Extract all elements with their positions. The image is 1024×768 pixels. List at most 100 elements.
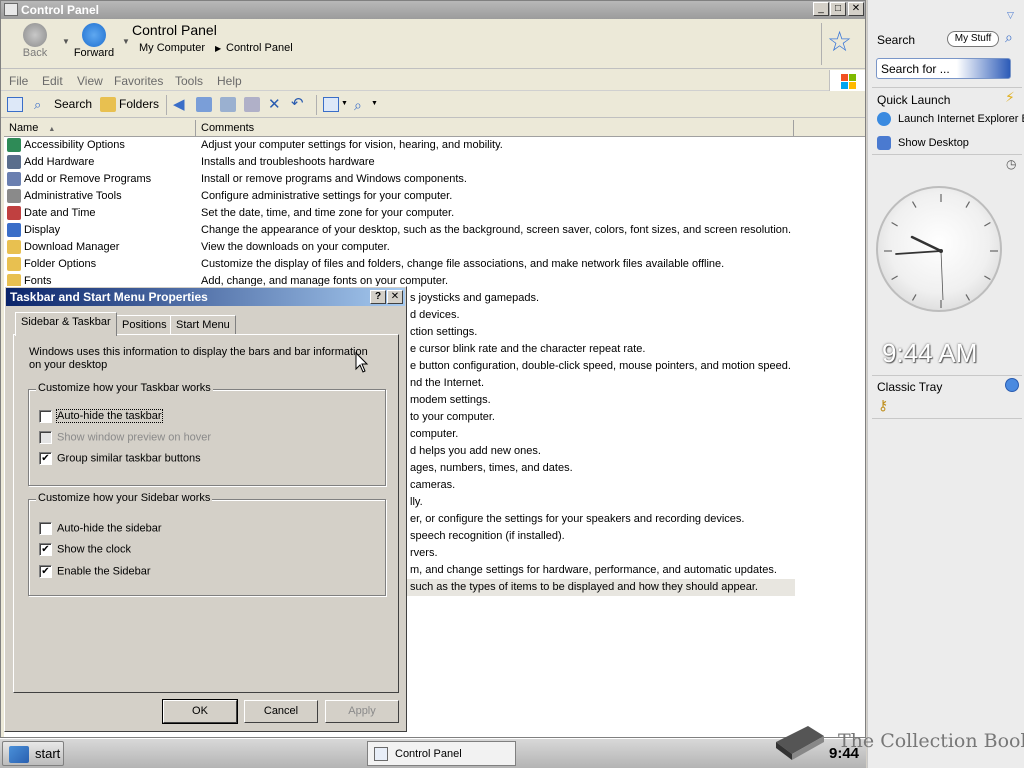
- dialog-close-button[interactable]: ✕: [387, 290, 403, 304]
- sort-ascending-icon: ▲: [48, 126, 56, 133]
- window-preview-checkbox[interactable]: Show window preview on hover: [39, 431, 211, 444]
- item-name: Date and Time: [24, 207, 96, 219]
- views-dropdown-icon[interactable]: ▼: [341, 100, 348, 107]
- folders-button[interactable]: Folders: [119, 97, 159, 111]
- favorites-star-icon[interactable]: ☆: [827, 25, 852, 58]
- quick-launch-show-desktop[interactable]: Show Desktop: [877, 136, 969, 150]
- column-header-comments[interactable]: Comments: [196, 120, 794, 137]
- menu-edit[interactable]: Edit: [42, 74, 63, 88]
- analog-clock: [876, 186, 1002, 312]
- minimize-button[interactable]: _: [813, 2, 829, 16]
- list-item[interactable]: Add or Remove Programs Install or remove …: [4, 171, 795, 188]
- search-button[interactable]: Search: [54, 97, 92, 111]
- item-comment: rvers.: [410, 547, 438, 559]
- item-comment: e cursor blink rate and the character re…: [410, 343, 646, 355]
- show-clock-checkbox[interactable]: ✔ Show the clock: [39, 543, 131, 556]
- undo-icon[interactable]: ↶: [291, 94, 307, 112]
- sidebar-menu-icon[interactable]: ▽: [1007, 10, 1014, 21]
- back-button[interactable]: Back: [11, 23, 59, 59]
- taskbar-item-control-panel[interactable]: Control Panel: [367, 741, 516, 766]
- menu-tools[interactable]: Tools: [175, 74, 203, 88]
- enable-sidebar-checkbox[interactable]: ✔ Enable the Sidebar: [39, 565, 151, 578]
- tab-positions[interactable]: Positions: [116, 315, 173, 335]
- quick-launch-internet-explorer[interactable]: Launch Internet Explorer Browser: [877, 112, 1024, 126]
- list-item[interactable]: Date and Time Set the date, time, and tim…: [4, 205, 795, 222]
- item-comment: Adjust your computer settings for vision…: [201, 139, 503, 151]
- windows-logo-icon: [829, 70, 865, 91]
- taskbar-group: Customize how your Taskbar works Auto-hi…: [28, 382, 386, 486]
- item-comment: lly.: [410, 496, 423, 508]
- control-panel-icon: [374, 747, 388, 761]
- item-icon: [7, 155, 21, 169]
- clock-face-icon: [884, 194, 998, 308]
- list-item[interactable]: Administrative Tools Configure administra…: [4, 188, 795, 205]
- column-header-name[interactable]: Name ▲: [4, 120, 196, 137]
- classic-tray-icon[interactable]: [1005, 378, 1019, 392]
- delete-icon[interactable]: ✕: [268, 95, 284, 113]
- quick-launch-title: Quick Launch: [877, 93, 951, 107]
- zoom-dropdown-icon[interactable]: ▼: [371, 100, 378, 107]
- views-icon[interactable]: [323, 97, 339, 112]
- item-icon: [7, 138, 21, 152]
- ok-button[interactable]: OK: [162, 699, 238, 724]
- autohide-sidebar-checkbox[interactable]: Auto-hide the sidebar: [39, 522, 162, 535]
- list-item[interactable]: Display Change the appearance of your des…: [4, 222, 795, 239]
- watermark-text: The Collection Book: [838, 730, 1024, 752]
- show-desktop-icon: [877, 136, 891, 150]
- search-icon[interactable]: ⌕: [34, 97, 50, 112]
- list-item[interactable]: Download Manager View the downloads on yo…: [4, 239, 795, 256]
- start-flag-icon: [9, 746, 29, 763]
- breadcrumb-control-panel[interactable]: Control Panel: [226, 42, 293, 54]
- tray-keys-icon[interactable]: ⚷: [878, 397, 888, 414]
- forward-dropdown-icon[interactable]: ▼: [122, 37, 130, 46]
- list-item[interactable]: Add Hardware Installs and troubleshoots h…: [4, 154, 795, 171]
- item-comment: Installs and troubleshoots hardware: [201, 156, 375, 168]
- start-button[interactable]: start: [2, 741, 64, 766]
- sidebar-search-label: Search: [877, 33, 916, 47]
- dialog-titlebar[interactable]: Taskbar and Start Menu Properties ? ✕: [6, 288, 405, 306]
- list-item[interactable]: Accessibility Options Adjust your compute…: [4, 137, 795, 154]
- item-comment: ction settings.: [410, 326, 478, 338]
- list-header: Name ▲ Comments: [4, 120, 865, 137]
- menu-favorites[interactable]: Favorites: [114, 74, 163, 88]
- group-buttons-checkbox[interactable]: ✔ Group similar taskbar buttons: [39, 452, 201, 465]
- properties-icon[interactable]: [244, 97, 260, 112]
- window-titlebar[interactable]: Control Panel _ □ ✕: [1, 1, 865, 19]
- item-name: Display: [24, 224, 61, 236]
- tab-start-menu[interactable]: Start Menu: [170, 315, 236, 335]
- item-comment: computer.: [410, 428, 459, 440]
- back-dropdown-icon[interactable]: ▼: [62, 37, 70, 46]
- menu-help[interactable]: Help: [217, 74, 242, 88]
- close-folder-icon[interactable]: [7, 97, 23, 112]
- internet-explorer-icon: [877, 112, 891, 126]
- copy-to-icon[interactable]: [220, 97, 236, 112]
- move-to-icon[interactable]: [196, 97, 212, 112]
- menu-bar: File Edit View Favorites Tools Help: [1, 70, 865, 91]
- tab-sidebar-taskbar[interactable]: Sidebar & Taskbar: [15, 312, 117, 336]
- sidebar-search-input[interactable]: Search for ...: [876, 58, 1011, 79]
- search-icon[interactable]: ⌕: [1005, 29, 1013, 46]
- breadcrumb-my-computer[interactable]: My Computer: [139, 42, 205, 54]
- item-icon: [7, 240, 21, 254]
- cancel-button[interactable]: Cancel: [244, 700, 318, 723]
- help-button[interactable]: ?: [370, 290, 386, 304]
- toolbar: ⌕ Search Folders ◀ ✕ ↶ ▼ ⌕ ▼: [1, 92, 865, 118]
- list-item[interactable]: Folder Options Customize the display of f…: [4, 256, 795, 273]
- forward-button[interactable]: Forward: [70, 23, 118, 59]
- up-arrow-icon[interactable]: ◀: [173, 95, 189, 113]
- maximize-button[interactable]: □: [830, 2, 846, 16]
- autohide-taskbar-checkbox[interactable]: Auto-hide the taskbar: [39, 409, 163, 424]
- my-stuff-button[interactable]: My Stuff: [947, 31, 999, 47]
- folders-icon[interactable]: [100, 97, 116, 112]
- apply-button[interactable]: Apply: [325, 700, 399, 723]
- clock-settings-icon[interactable]: ◷: [1006, 157, 1016, 171]
- item-icon: [7, 257, 21, 271]
- item-name: Download Manager: [24, 241, 120, 253]
- item-name: Administrative Tools: [24, 190, 122, 202]
- menu-view[interactable]: View: [77, 74, 103, 88]
- zoom-icon[interactable]: ⌕: [354, 97, 370, 113]
- window-title: Control Panel: [21, 3, 100, 17]
- close-button[interactable]: ✕: [848, 2, 864, 16]
- item-comment: Install or remove programs and Windows c…: [201, 173, 467, 185]
- menu-file[interactable]: File: [9, 74, 28, 88]
